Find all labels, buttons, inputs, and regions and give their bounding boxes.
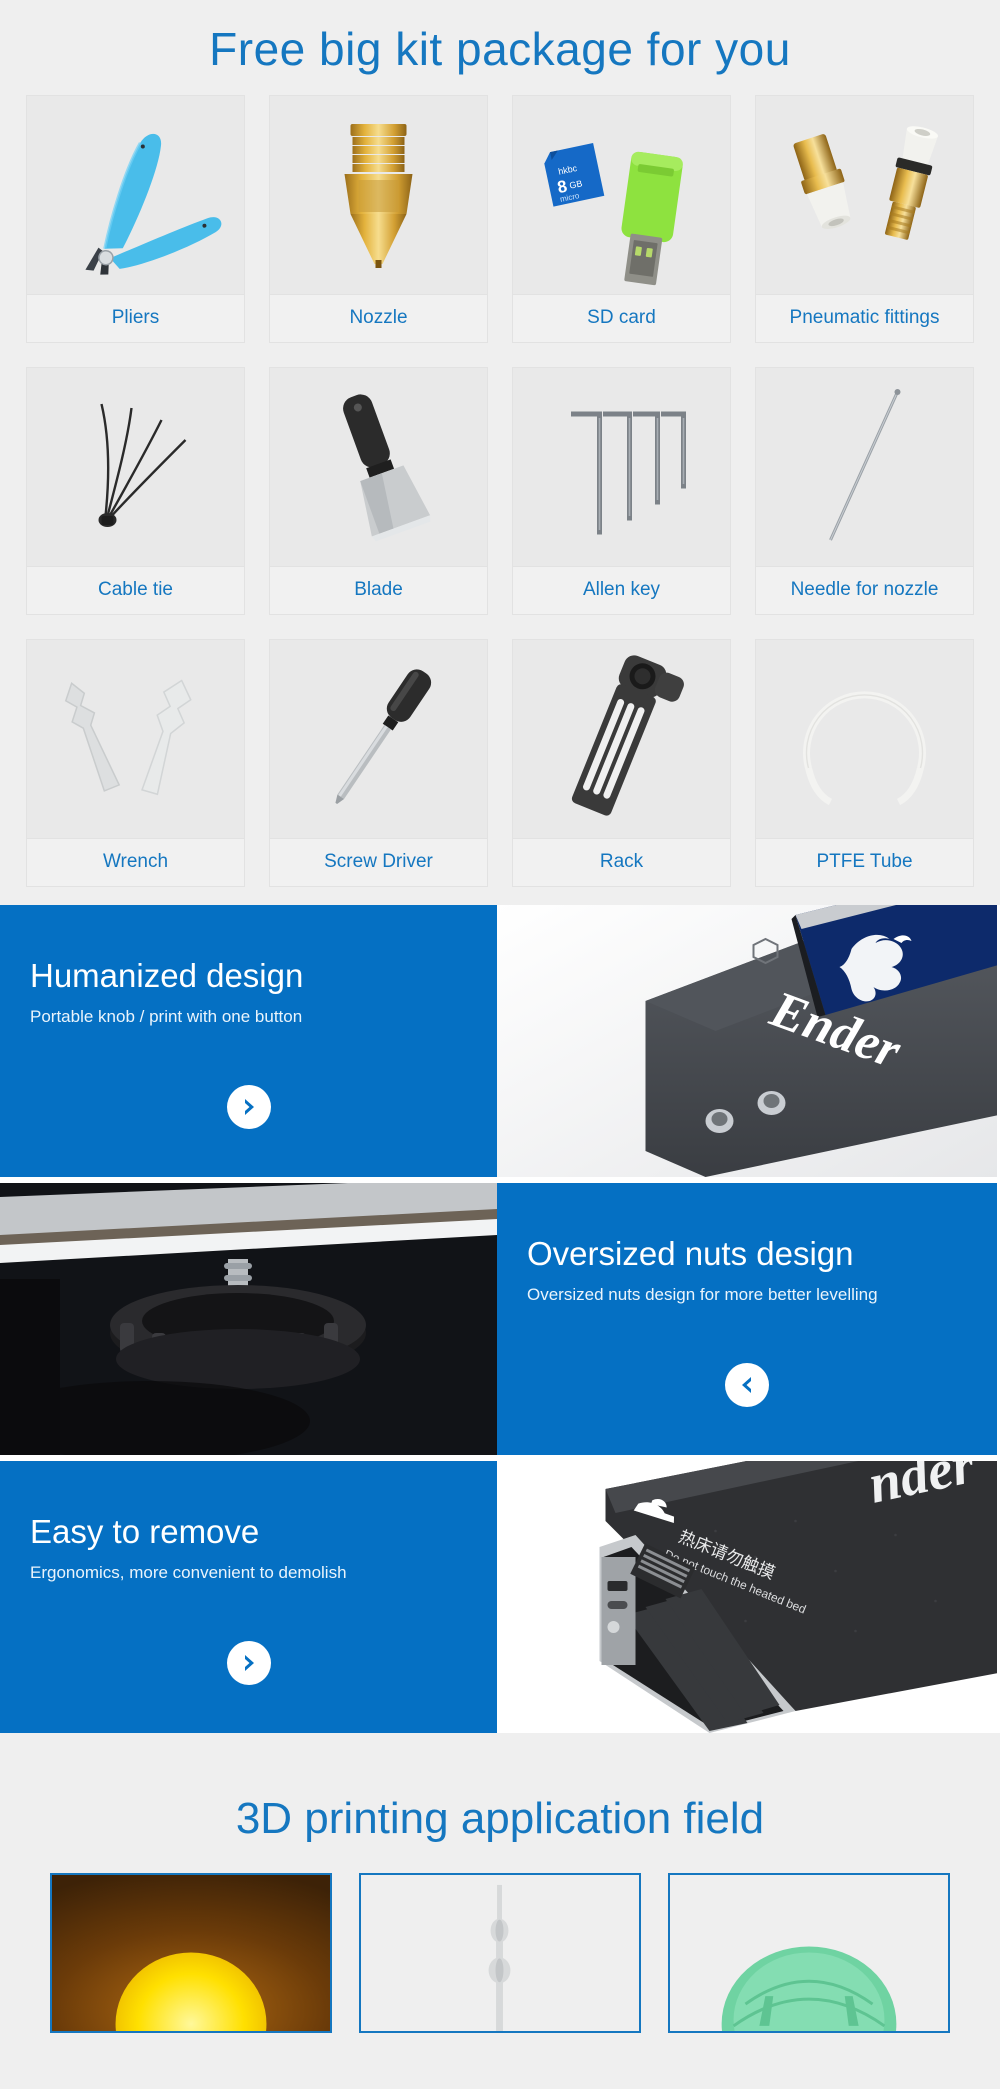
kit-card-nozzle[interactable]: Nozzle bbox=[269, 94, 488, 343]
product-detail-page: Free big kit package for you Pliers Nozz… bbox=[0, 0, 1000, 2033]
kit-label: Nozzle bbox=[270, 293, 487, 342]
kit-label: Blade bbox=[270, 565, 487, 614]
application-section-title: 3D printing application field bbox=[235, 1793, 765, 1843]
kit-card-wrench[interactable]: Wrench bbox=[26, 638, 245, 887]
wrench-image bbox=[27, 639, 244, 838]
application-field-section: 3D printing application field bbox=[0, 1738, 1000, 2033]
kit-label: PTFE Tube bbox=[756, 837, 973, 886]
kit-card-rack[interactable]: Rack bbox=[512, 638, 731, 887]
kit-label: Screw Driver bbox=[270, 837, 487, 886]
kit-card-needle[interactable]: Needle for nozzle bbox=[755, 366, 974, 615]
feature-text-panel: Easy to remove Ergonomics, more convenie… bbox=[0, 1460, 497, 1733]
kit-card-screwdriver[interactable]: Screw Driver bbox=[269, 638, 488, 887]
kit-label: Wrench bbox=[27, 837, 244, 886]
kit-label: SD card bbox=[513, 293, 730, 342]
features-section: Humanized design Portable knob / print w… bbox=[0, 904, 1000, 1733]
ptfe-tube-image bbox=[756, 639, 973, 838]
kit-card-blade[interactable]: Blade bbox=[269, 366, 488, 615]
application-grid bbox=[0, 1872, 1000, 2033]
heated-bed-image: nder 热床请勿触摸 Do not touch the heated bed bbox=[497, 1460, 997, 1733]
feature-text-panel: Humanized design Portable knob / print w… bbox=[0, 904, 497, 1177]
cable-tie-image bbox=[27, 367, 244, 566]
kit-card-pneumatic-fittings[interactable]: Pneumatic fittings bbox=[755, 94, 974, 343]
feature-title: Humanized design bbox=[30, 956, 304, 994]
kit-label: Pneumatic fittings bbox=[756, 293, 973, 342]
kit-label: Needle for nozzle bbox=[756, 565, 973, 614]
kit-card-sd-card[interactable]: hkbc 8 GB micro SD card bbox=[512, 94, 731, 343]
chevron-right-icon[interactable] bbox=[226, 1084, 271, 1129]
free-kit-section: Free big kit package for you Pliers Nozz… bbox=[0, 0, 1000, 905]
kit-label: Cable tie bbox=[27, 565, 244, 614]
needle-image bbox=[756, 367, 973, 566]
feature-subtitle: Oversized nuts design for more better le… bbox=[527, 1284, 878, 1304]
chevron-right-icon[interactable] bbox=[226, 1640, 271, 1685]
blade-image bbox=[270, 367, 487, 566]
screwdriver-image bbox=[270, 639, 487, 838]
allen-key-image bbox=[513, 367, 730, 566]
sd-card-image: hkbc 8 GB micro bbox=[513, 95, 730, 294]
kit-section-title: Free big kit package for you bbox=[209, 23, 791, 75]
ender-control-box-image: Ender bbox=[497, 904, 997, 1177]
helmet-print-card[interactable] bbox=[668, 1872, 950, 2033]
pneumatic-fittings-image bbox=[756, 95, 973, 294]
feature-title: Easy to remove bbox=[30, 1512, 260, 1550]
feature-row-oversized-nuts: Oversized nuts design Oversized nuts des… bbox=[0, 1182, 1000, 1455]
feature-title: Oversized nuts design bbox=[527, 1234, 854, 1272]
kit-card-allen-key[interactable]: Allen key bbox=[512, 366, 731, 615]
nozzle-image bbox=[270, 95, 487, 294]
chevron-left-icon[interactable] bbox=[725, 1362, 769, 1407]
feature-subtitle: Portable knob / print with one button bbox=[30, 1006, 303, 1026]
pliers-image bbox=[27, 95, 244, 294]
feature-row-easy-to-remove: Easy to remove Ergonomics, more convenie… bbox=[0, 1460, 1000, 1733]
feature-subtitle: Ergonomics, more convenient to demolish bbox=[30, 1562, 347, 1582]
kit-card-pliers[interactable]: Pliers bbox=[26, 94, 245, 343]
kit-card-cable-tie[interactable]: Cable tie bbox=[26, 366, 245, 615]
kit-grid: Pliers Nozzle hkbc 8 GB micro SD card Pn… bbox=[0, 94, 1000, 887]
lamp-print-card[interactable] bbox=[50, 1872, 332, 2033]
tower-print-card[interactable] bbox=[359, 1872, 641, 2033]
rack-image bbox=[513, 639, 730, 838]
kit-card-ptfe-tube[interactable]: PTFE Tube bbox=[755, 638, 974, 887]
kit-label: Rack bbox=[513, 837, 730, 886]
levelling-nut-image bbox=[0, 1182, 497, 1455]
feature-row-humanized-design: Humanized design Portable knob / print w… bbox=[0, 904, 1000, 1177]
kit-label: Allen key bbox=[513, 565, 730, 614]
kit-label: Pliers bbox=[27, 293, 244, 342]
feature-text-panel: Oversized nuts design Oversized nuts des… bbox=[497, 1182, 997, 1455]
